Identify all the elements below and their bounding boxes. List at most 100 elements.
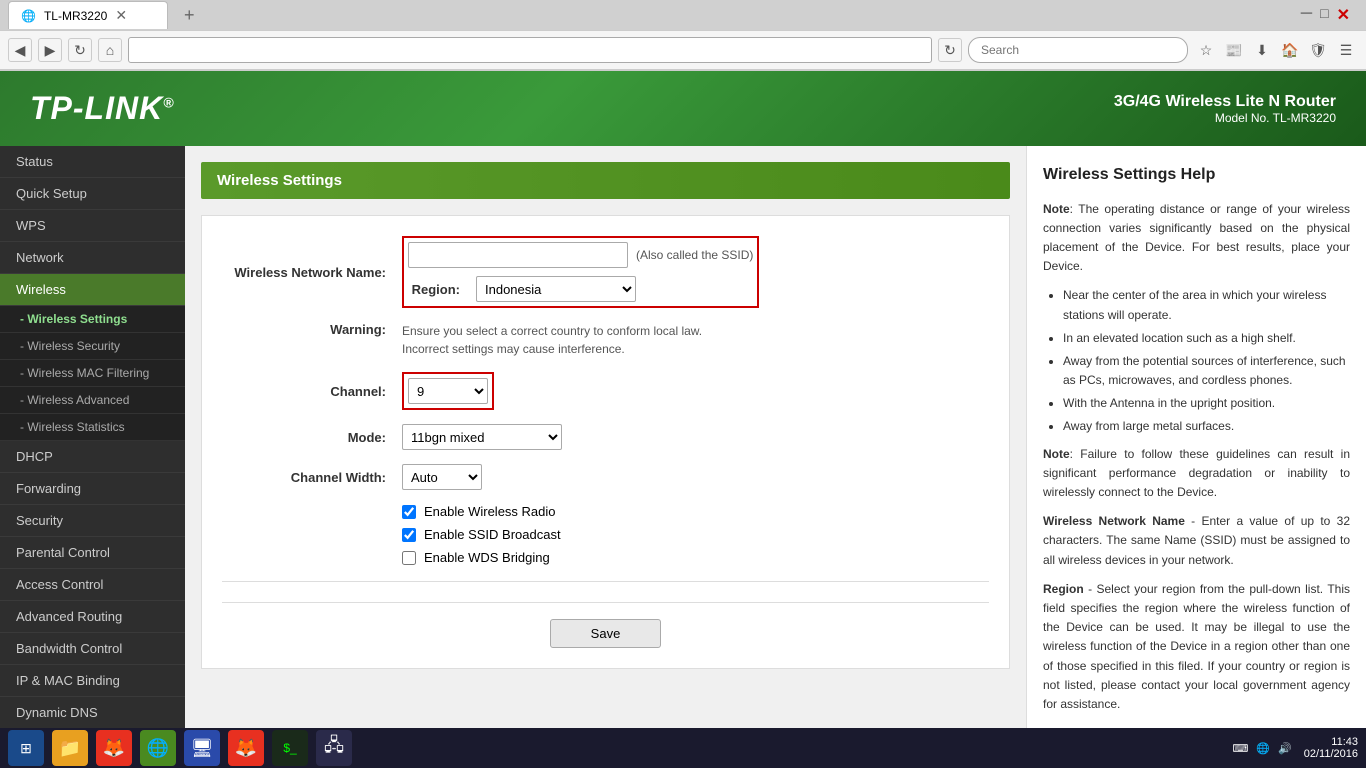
sidebar-item-wireless-mac-filtering[interactable]: - Wireless MAC Filtering [0, 360, 185, 387]
tab-favicon: 🌐 [21, 9, 36, 23]
main-panel: Wireless Settings Wireless Network Name:… [185, 146, 1026, 753]
network-name-box: Penerima2 (Also called the SSID) Region:… [402, 236, 759, 308]
warning-label: Warning: [222, 322, 402, 358]
vm-button[interactable]: 🖥 [184, 730, 220, 766]
help-ssid: Wireless Network Name - Enter a value of… [1043, 512, 1350, 570]
product-name: 3G/4G Wireless Lite N Router [1114, 93, 1336, 111]
sidebar-item-ip-mac-binding[interactable]: IP & MAC Binding [0, 665, 185, 697]
home-button[interactable]: ⌂ [98, 38, 122, 62]
shield-icon[interactable]: 🛡 [1306, 38, 1330, 62]
save-area: Save [222, 602, 989, 648]
minimize-button[interactable]: ─ [1301, 5, 1312, 25]
mode-select[interactable]: 11bgn mixed [402, 424, 562, 450]
enable-wireless-radio-checkbox[interactable] [402, 505, 416, 519]
region-select[interactable]: Indonesia [476, 276, 636, 302]
go-button[interactable]: ↻ [938, 38, 962, 62]
sidebar-item-network[interactable]: Network [0, 242, 185, 274]
browser-tab[interactable]: 🌐 TL-MR3220 ✕ [8, 1, 168, 29]
content-area: Status Quick Setup WPS Network Wireless … [0, 146, 1366, 753]
help-bullet-2: In an elevated location such as a high s… [1063, 329, 1350, 348]
sidebar-item-security[interactable]: Security [0, 505, 185, 537]
nav-bar: ◀ ▶ ↻ ⌂ 192.168.0.1 ↻ ☆ 📰 ⬇ 🏠 🛡 ☰ [0, 30, 1366, 70]
bookmark-star-icon[interactable]: ☆ [1194, 38, 1218, 62]
tp-link-logo: TP-LINK® [30, 90, 175, 127]
enable-wireless-radio-label: Enable Wireless Radio [424, 504, 556, 519]
taskbar-right: ⌨ 🌐 🔊 11:43 02/11/2016 [1232, 736, 1358, 760]
channel-row: Channel: 9 [222, 372, 989, 410]
forward-button[interactable]: ▶ [38, 38, 62, 62]
model-info: 3G/4G Wireless Lite N Router Model No. T… [1114, 93, 1336, 125]
start-button[interactable]: ⊞ [8, 730, 44, 766]
chrome-button[interactable]: 🌐 [140, 730, 176, 766]
sidebar-item-dhcp[interactable]: DHCP [0, 441, 185, 473]
sidebar-item-wireless-advanced[interactable]: - Wireless Advanced [0, 387, 185, 414]
network-name-label: Wireless Network Name: [222, 265, 402, 280]
page-content: Wireless Settings Wireless Network Name:… [185, 146, 1026, 701]
maximize-button[interactable]: □ [1320, 5, 1328, 25]
sidebar-item-forwarding[interactable]: Forwarding [0, 473, 185, 505]
address-bar[interactable]: 192.168.0.1 [128, 37, 932, 63]
enable-ssid-broadcast-checkbox[interactable] [402, 528, 416, 542]
network-icon: 🌐 [1256, 742, 1270, 755]
help-bullet-3: Away from the potential sources of inter… [1063, 352, 1350, 390]
channel-width-row: Channel Width: Auto [222, 464, 989, 490]
sidebar-item-wireless[interactable]: Wireless [0, 274, 185, 306]
new-tab-button[interactable]: + [176, 1, 203, 30]
taskbar-system-icons: ⌨ 🌐 🔊 [1232, 742, 1291, 755]
checkbox-area: Enable Wireless Radio Enable SSID Broadc… [402, 504, 989, 565]
help-panel: Wireless Settings Help Note: The operati… [1026, 146, 1366, 753]
time-display: 11:43 [1304, 736, 1358, 748]
browser-chrome: 🌐 TL-MR3220 ✕ + ─ □ ✕ ◀ ▶ ↻ ⌂ 192.168.0.… [0, 0, 1366, 71]
channel-width-label: Channel Width: [222, 470, 402, 485]
terminal-button[interactable]: $_ [272, 730, 308, 766]
firefox2-button[interactable]: 🦊 [228, 730, 264, 766]
mode-row: Mode: 11bgn mixed [222, 424, 989, 450]
firefox-button[interactable]: 🦊 [96, 730, 132, 766]
sidebar-item-wps[interactable]: WPS [0, 210, 185, 242]
sidebar-item-advanced-routing[interactable]: Advanced Routing [0, 601, 185, 633]
help-region: Region - Select your region from the pul… [1043, 580, 1350, 714]
help-title: Wireless Settings Help [1043, 162, 1350, 188]
sidebar-item-parental-control[interactable]: Parental Control [0, 537, 185, 569]
sidebar-item-wireless-statistics[interactable]: - Wireless Statistics [0, 414, 185, 441]
close-button[interactable]: ✕ [1337, 5, 1350, 25]
enable-ssid-broadcast-row: Enable SSID Broadcast [402, 527, 989, 542]
channel-select[interactable]: 9 [408, 378, 488, 404]
help-note1: Note: The operating distance or range of… [1043, 200, 1350, 277]
help-bullet-5: Away from large metal surfaces. [1063, 417, 1350, 436]
enable-wireless-radio-row: Enable Wireless Radio [402, 504, 989, 519]
channel-width-select[interactable]: Auto [402, 464, 482, 490]
sidebar-item-wireless-security[interactable]: - Wireless Security [0, 333, 185, 360]
help-bullets: Near the center of the area in which you… [1063, 286, 1350, 436]
back-button[interactable]: ◀ [8, 38, 32, 62]
download-icon[interactable]: ⬇ [1250, 38, 1274, 62]
date-display: 02/11/2016 [1304, 748, 1358, 760]
search-input[interactable] [968, 37, 1188, 63]
refresh-button[interactable]: ↻ [68, 38, 92, 62]
home-icon[interactable]: 🏠 [1278, 38, 1302, 62]
sidebar-item-wireless-settings[interactable]: - Wireless Settings [0, 306, 185, 333]
reader-icon[interactable]: 📰 [1222, 38, 1246, 62]
enable-wds-bridging-row: Enable WDS Bridging [402, 550, 989, 565]
sidebar-item-bandwidth-control[interactable]: Bandwidth Control [0, 633, 185, 665]
section-header: Wireless Settings [201, 162, 1010, 199]
network-name-row: Wireless Network Name: Penerima2 (Also c… [222, 236, 989, 308]
sidebar-item-status[interactable]: Status [0, 146, 185, 178]
model-number: Model No. TL-MR3220 [1114, 111, 1336, 125]
enable-wds-bridging-checkbox[interactable] [402, 551, 416, 565]
sidebar-item-quick-setup[interactable]: Quick Setup [0, 178, 185, 210]
ssid-note: (Also called the SSID) [636, 248, 753, 262]
sidebar-item-access-control[interactable]: Access Control [0, 569, 185, 601]
tab-close-button[interactable]: ✕ [115, 7, 127, 24]
help-bullet-1: Near the center of the area in which you… [1063, 286, 1350, 324]
enable-ssid-broadcast-label: Enable SSID Broadcast [424, 527, 561, 542]
sidebar-item-dynamic-dns[interactable]: Dynamic DNS [0, 697, 185, 729]
network-name-input[interactable]: Penerima2 [408, 242, 628, 268]
save-button[interactable]: Save [550, 619, 662, 648]
volume-icon: 🔊 [1278, 742, 1292, 755]
menu-icon[interactable]: ☰ [1334, 38, 1358, 62]
title-bar: 🌐 TL-MR3220 ✕ + ─ □ ✕ [0, 0, 1366, 30]
remote-button[interactable]: 🖧 [316, 730, 352, 766]
taskbar-clock: 11:43 02/11/2016 [1304, 736, 1358, 760]
file-manager-button[interactable]: 📁 [52, 730, 88, 766]
